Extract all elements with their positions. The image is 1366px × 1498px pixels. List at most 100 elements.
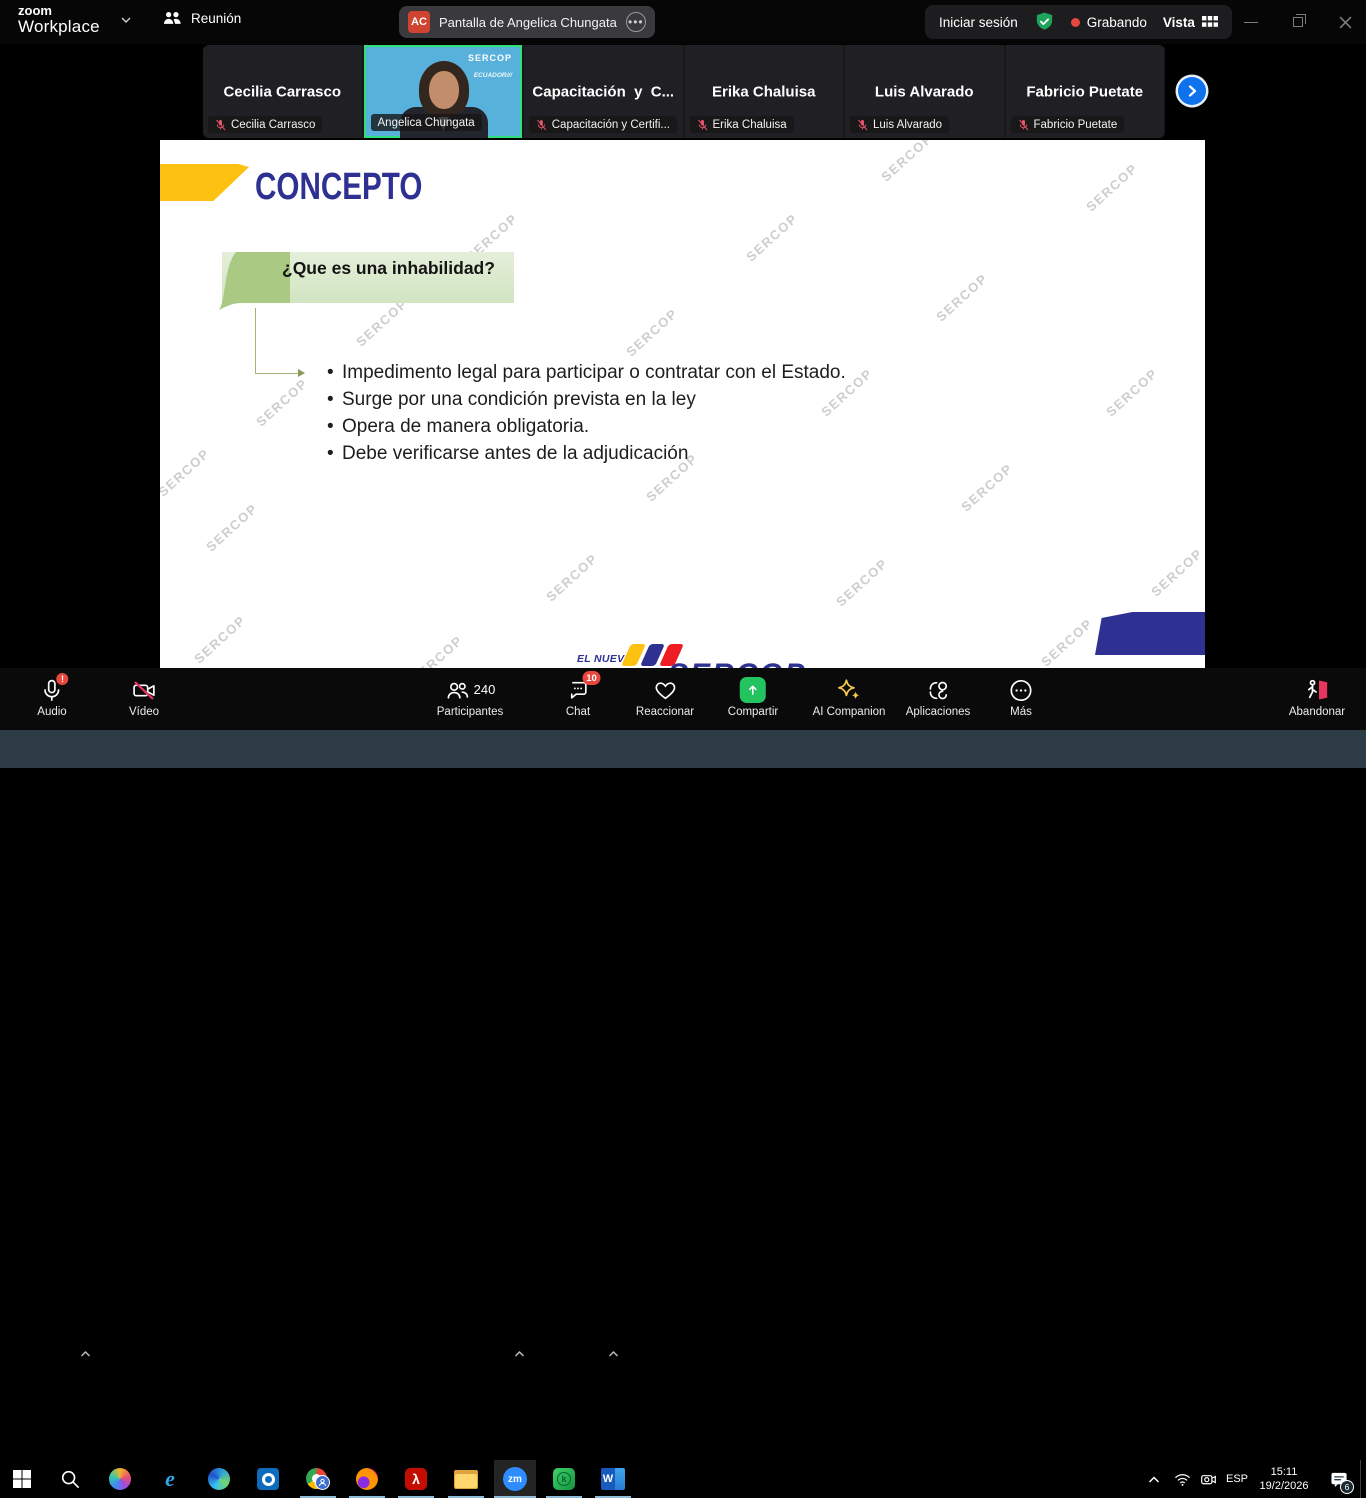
sign-in-button[interactable]: Iniciar sesión [939,15,1018,30]
search-icon [60,1469,80,1489]
people-icon [163,10,182,27]
chevron-right-icon [1185,84,1199,98]
tray-wifi-button[interactable] [1170,1460,1194,1498]
tray-language-button[interactable]: ESP [1222,1460,1252,1498]
zoom-titlebar: zoom Workplace Reunión AC Pantalla de An… [0,0,1366,44]
more-ellipsis-icon [1009,675,1034,703]
participant-name: Luis Alvarado [845,83,1004,100]
copilot-icon [109,1468,131,1490]
video-tile-fabricio[interactable]: Fabricio Puetate Fabricio Puetate [1006,45,1165,138]
kaspersky-glyph: k [557,1472,571,1486]
mic-muted-icon [536,119,547,131]
video-tile-capacitacion[interactable]: Capacitación y C... Capacitación y Certi… [524,45,683,138]
ai-companion-label: AI Companion [813,706,886,718]
watermark: SERCOP [253,376,311,430]
bullet-item: Impedimento legal para participar o cont… [327,359,853,386]
camera-off-icon [131,675,157,703]
internet-explorer-icon: e [165,1466,175,1492]
video-button[interactable]: Vídeo [129,675,159,718]
video-tile-erika[interactable]: Erika Chaluisa Erika Chaluisa [685,45,844,138]
tile-name-label: Angelica Chungata [371,114,482,131]
bullet-list: Impedimento legal para participar o cont… [327,359,853,467]
next-participants-button[interactable] [1178,77,1206,105]
audio-button[interactable]: ! Audio [37,675,66,718]
action-center-button[interactable]: 6 [1322,1460,1356,1498]
share-button[interactable]: Compartir [728,675,778,718]
chat-icon: 10 [566,675,591,703]
blue-corner-shape [1095,612,1205,655]
start-button[interactable] [7,1464,37,1494]
recording-indicator[interactable]: Grabando [1071,15,1147,30]
video-tile-cecilia[interactable]: Cecilia Carrasco Cecilia Carrasco [203,45,362,138]
more-options-icon[interactable]: ••• [626,12,646,32]
video-tile-luis[interactable]: Luis Alvarado Luis Alvarado [845,45,1004,138]
taskbar-search-button[interactable] [55,1464,85,1494]
meeting-toolbar: ! Audio Vídeo 240 Participantes 10 Chat … [0,668,1366,730]
taskbar-chrome-button[interactable] [303,1464,333,1494]
watermark: SERCOP [623,306,681,360]
minimize-button[interactable] [1236,12,1266,32]
show-desktop-button[interactable] [1360,1460,1366,1498]
windows-logo-icon [12,1469,32,1489]
chat-options-chevron-icon[interactable] [608,1350,619,1358]
video-brand-ecuador: ECUADOR/// [474,72,512,79]
participants-options-chevron-icon[interactable] [514,1350,525,1358]
more-button[interactable]: Más [1009,675,1034,718]
close-button[interactable] [1330,12,1360,32]
tray-clock[interactable]: 15:11 19/2/2026 [1252,1460,1316,1498]
bullet-item: Surge por una condición prevista en la l… [327,386,853,413]
portrait-face [429,71,459,109]
chevron-down-icon[interactable] [120,14,132,26]
camera-tray-icon [1200,1472,1217,1487]
share-tab-label: Pantalla de Angelica Chungata [439,15,617,30]
zoom-workplace-logo[interactable]: zoom Workplace [18,4,100,35]
taskbar-acrobat-button[interactable]: λ [401,1464,431,1494]
share-label: Compartir [728,706,778,718]
watermark: SERCOP [160,446,213,500]
restore-button[interactable] [1283,12,1313,32]
tray-camera-button[interactable] [1196,1460,1220,1498]
tab-shared-screen[interactable]: AC Pantalla de Angelica Chungata ••• [399,6,655,38]
ai-companion-button[interactable]: AI Companion [813,675,886,718]
watermark: SERCOP [353,296,411,350]
ribbon-fold-shape [218,250,290,310]
taskbar-explorer-button[interactable] [451,1464,481,1494]
tile-name-text: Luis Alvarado [873,119,942,131]
chat-label: Chat [566,706,590,718]
leave-label: Abandonar [1289,706,1345,718]
taskbar-outlook-button[interactable] [253,1464,283,1494]
taskbar-copilot-button[interactable] [105,1464,135,1494]
security-shield-icon[interactable] [1034,11,1055,33]
leave-button[interactable]: Abandonar [1289,675,1345,718]
bullet-item: Debe verificarse antes de la adjudicació… [327,440,853,467]
more-label: Más [1010,706,1032,718]
apps-label: Aplicaciones [906,706,971,718]
taskbar-zoom-button[interactable]: zm [500,1464,530,1494]
edge-icon [208,1468,230,1490]
taskbar-kaspersky-button[interactable]: k [549,1464,579,1494]
chat-button[interactable]: 10 Chat [566,675,591,718]
taskbar-edge-button[interactable] [204,1464,234,1494]
tile-name-text: Angelica Chungata [378,117,475,129]
mic-muted-icon [1018,119,1029,131]
chevron-up-icon [1148,1475,1160,1484]
outlook-icon [257,1468,279,1490]
apps-button[interactable]: Aplicaciones [906,675,971,718]
taskbar-ie-button[interactable]: e [155,1464,185,1494]
react-button[interactable]: Reaccionar [636,675,694,718]
tile-name-label: Luis Alvarado [850,116,949,133]
video-tile-angelica-active[interactable]: SERCOP ECUADOR/// Angelica Chungata [364,45,523,138]
participants-count: 240 [474,682,496,697]
audio-options-chevron-icon[interactable] [80,1350,91,1358]
tab-meeting[interactable]: Reunión [163,10,241,27]
view-button[interactable]: Vista [1163,15,1218,30]
kaspersky-icon: k [553,1468,575,1490]
taskbar-word-button[interactable]: W [598,1464,628,1494]
audio-label: Audio [37,706,66,718]
watermark: SERCOP [191,613,249,667]
watermark: SERCOP [833,556,891,610]
tray-hidden-icons-button[interactable] [1142,1460,1166,1498]
video-brand-text: SERCOP [468,53,512,63]
taskbar-firefox-button[interactable] [352,1464,382,1494]
participants-button[interactable]: 240 Participantes [437,675,503,718]
